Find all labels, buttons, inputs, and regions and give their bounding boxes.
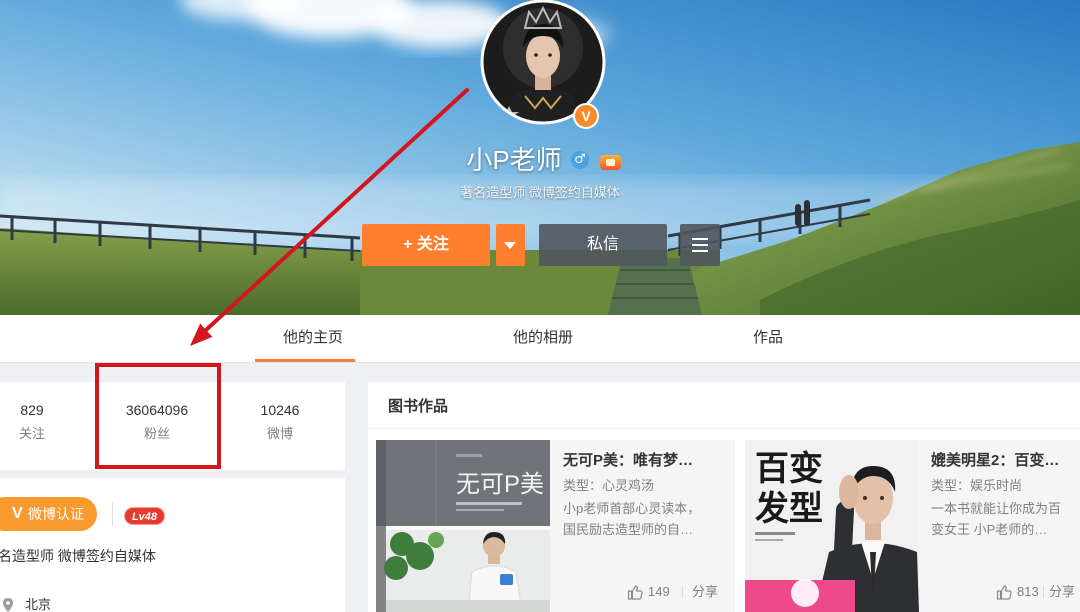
book-cover-image[interactable]: 百变 发型 (745, 440, 919, 612)
stats-card: 829 关注 36064096 粉丝 10246 微博 (0, 382, 345, 470)
book-item[interactable]: 百变 发型 媲美明星2：百变… 类型：娱乐时尚 一本书就能让你成为百变女王 小P… (745, 440, 1080, 612)
stat-posts[interactable]: 10246 微博 (230, 382, 330, 470)
divider (682, 586, 683, 598)
active-tab-indicator (255, 359, 355, 362)
weibo-verified-button[interactable]: V 微博认证 (0, 497, 97, 531)
share-button[interactable]: 分享 (1049, 584, 1075, 600)
books-card: 图书作品 无可P美 无可P美：唯有梦… 类型：心灵鸡汤 小p老师首部心灵读本，国… (368, 382, 1080, 612)
follow-button[interactable]: + 关注 (362, 224, 490, 266)
message-button[interactable]: 私信 (539, 224, 667, 266)
cover-title: 无可P美 (456, 471, 544, 498)
book-type: 类型：娱乐时尚 (931, 478, 1023, 493)
stat-label: 粉丝 (143, 426, 170, 441)
weibo-profile-page: V 小P老师 ♂ 著名造型师 微博签约自媒体 + 关注 私信 他的主页 他的相册… (0, 0, 1080, 612)
cover-title: 发型 (755, 490, 823, 528)
profile-info-card: V 微博认证 Lv48 著名造型师 微博签约自媒体 北京 (0, 478, 345, 612)
male-icon: ♂ (571, 151, 589, 169)
location-pin-icon (3, 598, 13, 612)
book-type: 类型：心灵鸡汤 (563, 478, 655, 493)
menu-icon-bar (692, 244, 708, 246)
follow-dropdown-button[interactable] (496, 224, 525, 266)
profile-tabs: 他的主页 他的相册 作品 (0, 315, 1080, 363)
tab-home[interactable]: 他的主页 (253, 315, 373, 361)
chevron-down-icon (504, 242, 516, 249)
tab-works[interactable]: 作品 (708, 315, 828, 361)
divider (112, 502, 113, 526)
book-description: 小p老师首部心灵读本，国民励志造型师的自… (563, 501, 701, 537)
book-title[interactable]: 无可P美：唯有梦… (563, 452, 693, 470)
verified-mark: V (581, 108, 591, 124)
level-badge[interactable]: Lv48 (124, 507, 165, 525)
stat-label: 关注 (18, 426, 45, 441)
menu-icon-bar (692, 250, 708, 252)
verified-v-icon: V (12, 505, 23, 522)
divider (368, 428, 1080, 429)
stat-value: 829 (20, 402, 44, 418)
profile-name: 小P老师 (466, 145, 562, 175)
like-count[interactable]: 813 (1017, 584, 1039, 600)
menu-icon-bar (692, 238, 708, 240)
tab-album[interactable]: 他的相册 (483, 315, 603, 361)
stat-label: 微博 (266, 426, 293, 441)
more-menu-button[interactable] (680, 224, 720, 266)
thumbs-up-icon[interactable] (627, 584, 643, 600)
male-glyph: ♂ (574, 152, 586, 167)
stat-following[interactable]: 829 关注 (0, 382, 82, 470)
vip-level-icon[interactable] (600, 155, 621, 170)
location-label: 北京 (25, 597, 52, 612)
book-description: 一本书就能让你成为百变女王 小P老师的… (931, 501, 1062, 537)
divider (1043, 586, 1044, 598)
book-item[interactable]: 无可P美 无可P美：唯有梦… 类型：心灵鸡汤 小p老师首部心灵读本，国民励志造型… (376, 440, 735, 612)
cover-title: 百变 (755, 450, 823, 488)
stat-followers[interactable]: 36064096 粉丝 (107, 382, 207, 470)
profile-subtitle: 著名造型师 微博签约自媒体 (460, 185, 620, 200)
stat-value: 10246 (260, 402, 300, 418)
verified-v-icon: V (573, 103, 599, 129)
share-button[interactable]: 分享 (692, 584, 718, 600)
verified-label: 微博认证 (28, 506, 84, 522)
book-cover-image[interactable]: 无可P美 (376, 440, 550, 612)
stat-value: 36064096 (125, 402, 189, 418)
like-count[interactable]: 149 (648, 584, 670, 600)
book-title[interactable]: 媲美明星2：百变… (931, 452, 1059, 470)
verification-description: 著名造型师 微博签约自媒体 (0, 548, 156, 564)
thumbs-up-icon[interactable] (996, 584, 1012, 600)
books-title: 图书作品 (388, 398, 449, 415)
